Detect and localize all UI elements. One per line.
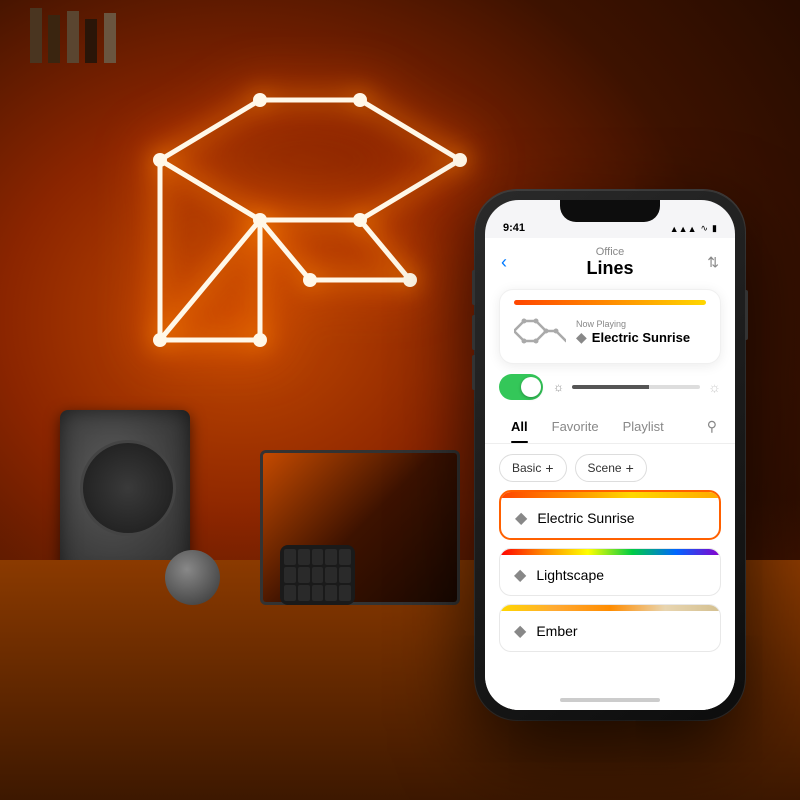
now-playing-card[interactable]: Now Playing ◆ Electric Sunrise [499, 289, 721, 364]
status-icons: ▲▲▲ ∿ ▮ [670, 223, 717, 234]
brightness-section: ☼ ☼ [553, 379, 721, 395]
wifi-icon: ∿ [701, 223, 709, 234]
scene-item-electric-sunrise[interactable]: ◆ Electric Sunrise [499, 490, 721, 540]
light-art [100, 60, 480, 400]
tab-favorite[interactable]: Favorite [540, 411, 611, 442]
toggle-knob [521, 377, 541, 397]
phone: 9:41 ▲▲▲ ∿ ▮ ‹ Office Lines ⇅ [475, 190, 745, 720]
scene-icon-electric: ◆ [515, 508, 527, 528]
battery-icon: ▮ [712, 223, 717, 234]
home-indicator [485, 690, 735, 710]
device-icon [514, 313, 566, 351]
shelf-books [30, 8, 150, 68]
brightness-low-icon: ☼ [553, 380, 564, 394]
small-sphere-device [165, 550, 220, 605]
filter-basic[interactable]: Basic + [499, 454, 567, 482]
scene-body-ember: ◆ Ember [500, 611, 720, 651]
scene-icon-lightscape: ◆ [514, 565, 526, 585]
phone-shell: 9:41 ▲▲▲ ∿ ▮ ‹ Office Lines ⇅ [475, 190, 745, 720]
scene-item-ember[interactable]: ◆ Ember [499, 604, 721, 652]
now-playing-name: Electric Sunrise [592, 330, 690, 345]
back-button[interactable]: ‹ [501, 252, 529, 273]
scene-icon-ember: ◆ [514, 621, 526, 641]
tab-all[interactable]: All [499, 411, 540, 442]
scene-name-electric: Electric Sunrise [537, 510, 634, 526]
tabs-row: All Favorite Playlist ⚲ [485, 410, 735, 444]
tab-playlist[interactable]: Playlist [611, 411, 676, 442]
header-page-title: Lines [529, 258, 691, 279]
app-content: ‹ Office Lines ⇅ [485, 238, 735, 710]
search-button[interactable]: ⚲ [703, 410, 721, 443]
phone-screen: 9:41 ▲▲▲ ∿ ▮ ‹ Office Lines ⇅ [485, 200, 735, 710]
home-bar [560, 698, 660, 702]
scene-body-lightscape: ◆ Lightscape [500, 555, 720, 595]
scene-name-lightscape: Lightscape [536, 567, 604, 583]
brightness-high-icon: ☼ [708, 379, 721, 395]
app-header: ‹ Office Lines ⇅ [485, 238, 735, 289]
now-playing-gradient-bar [514, 300, 706, 305]
scene-body-electric: ◆ Electric Sunrise [501, 498, 719, 538]
now-playing-info: Now Playing ◆ Electric Sunrise [576, 319, 706, 346]
signal-icon: ▲▲▲ [670, 224, 697, 234]
header-location: Office [529, 246, 691, 258]
header-title-area: Office Lines [529, 246, 691, 279]
filter-basic-plus: + [545, 460, 553, 476]
speaker [60, 410, 190, 580]
power-toggle[interactable] [499, 374, 543, 400]
filter-scene-plus: + [626, 460, 634, 476]
scenes-list: ◆ Electric Sunrise ◆ Lightscape [485, 490, 735, 690]
filter-scene[interactable]: Scene + [575, 454, 647, 482]
controls-row: ☼ ☼ [485, 374, 735, 410]
filter-row: Basic + Scene + [485, 444, 735, 490]
scene-item-lightscape[interactable]: ◆ Lightscape [499, 548, 721, 596]
brightness-slider[interactable] [572, 385, 700, 389]
notch [560, 200, 660, 222]
stream-deck [280, 545, 355, 605]
scene-name-ember: Ember [536, 623, 577, 639]
settings-icon[interactable]: ⇅ [691, 254, 719, 271]
now-playing-label: Now Playing [576, 319, 706, 329]
status-time: 9:41 [503, 222, 525, 234]
card-body: Now Playing ◆ Electric Sunrise [514, 313, 706, 351]
